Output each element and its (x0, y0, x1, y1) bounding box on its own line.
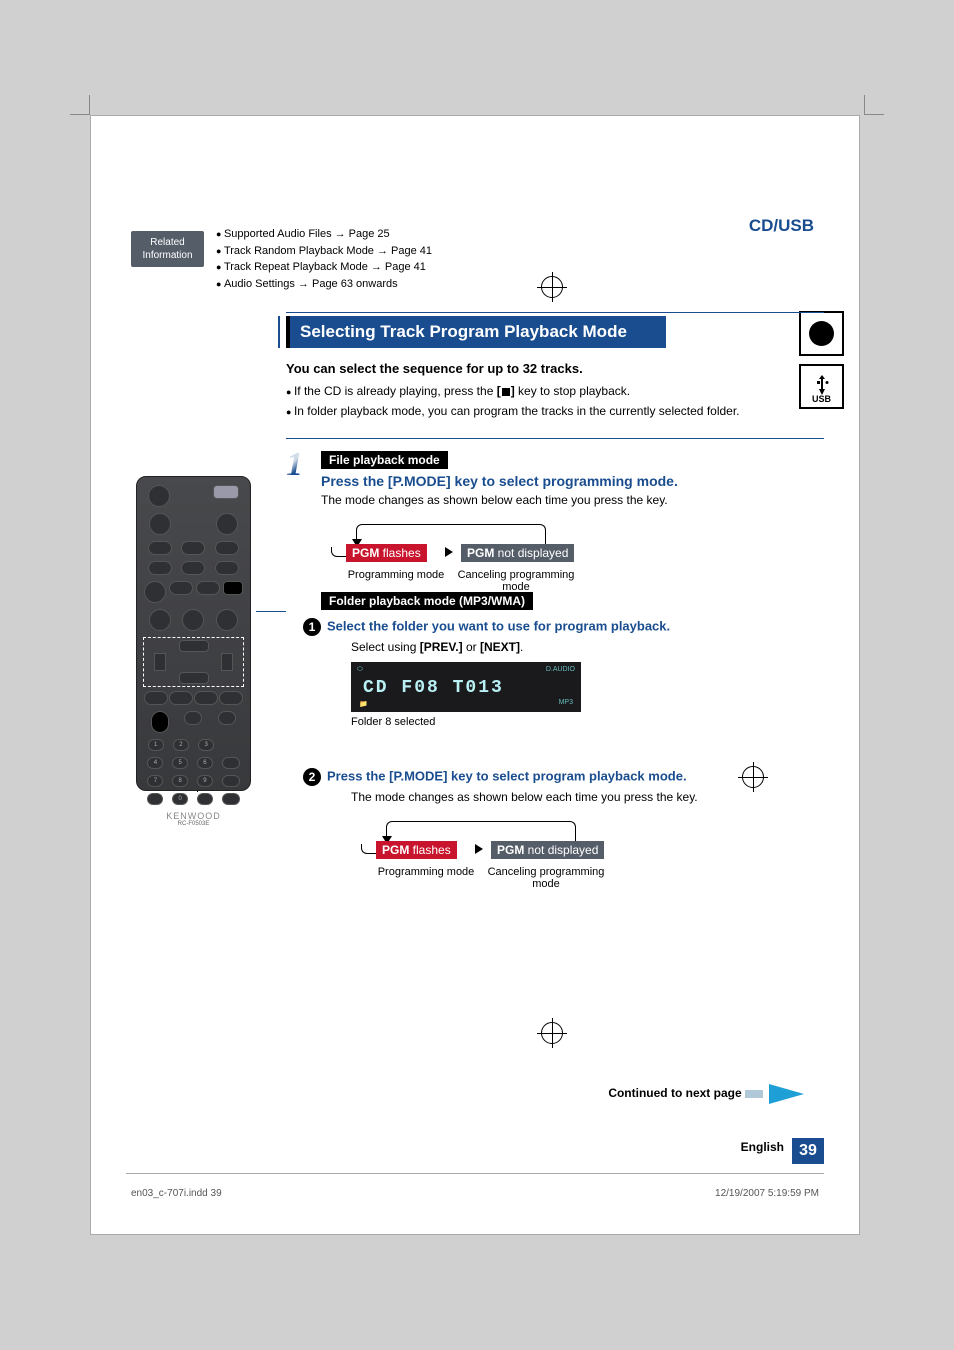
intro-bullet: If the CD is already playing, press the … (286, 384, 746, 398)
cd-disc-icon (799, 311, 844, 356)
registration-mark-icon (541, 1022, 563, 1044)
usb-icon: USB (799, 364, 844, 409)
related-item: Audio Settings → Page 63 onwards (216, 276, 432, 293)
crop-mark (864, 95, 884, 115)
related-item: Supported Audio Files → Page 25 (216, 226, 432, 243)
pgm-flashes-box: PGM flashes (346, 544, 427, 562)
substep-1-body: Select using [PREV.] or [NEXT]. (351, 640, 766, 654)
step-heading: Press the [P.MODE] key to select program… (321, 473, 736, 489)
caption-canceling: Canceling programming mode (456, 569, 576, 593)
continued-next-page: Continued to next page (608, 1084, 804, 1104)
related-item: Track Random Playback Mode → Page 41 (216, 243, 432, 260)
arrow-tail (745, 1090, 763, 1098)
lcd-display: ⬭ D.AUDIO CD F08 T013 📁 MP3 (351, 662, 581, 712)
print-footer-filename: en03_c-707i.indd 39 (131, 1188, 222, 1199)
pgm-toggle-diagram-2: PGM flashes PGM not displayed Programmin… (351, 816, 651, 911)
folder-playback-section: Folder playback mode (MP3/WMA) 1Select t… (286, 592, 766, 911)
pgm-notdisplayed-box: PGM not displayed (461, 544, 574, 562)
media-type-icons: USB (799, 311, 854, 417)
section-header: CD/USB (749, 216, 814, 236)
pgm-flashes-box: PGM flashes (376, 841, 457, 859)
caption-canceling: Canceling programming mode (486, 866, 606, 890)
intro-bullet: In folder playback mode, you can program… (286, 404, 746, 418)
lcd-text: CD F08 T013 (363, 678, 504, 698)
related-info-badge: Related Information (131, 231, 204, 267)
horizontal-rule (286, 438, 824, 439)
crop-mark (70, 95, 90, 115)
related-label-2: Information (142, 250, 192, 261)
remote-model: RC-F0503E (143, 821, 244, 827)
registration-mark-icon (541, 276, 563, 298)
caption-programming: Programming mode (341, 569, 451, 581)
related-label-1: Related (150, 237, 184, 248)
mode-label-file: File playback mode (321, 451, 448, 469)
usb-label: USB (801, 394, 842, 404)
remote-brand: KENWOOD (143, 811, 244, 821)
substep-1-heading: 1Select the folder you want to use for p… (331, 618, 766, 636)
substep-number-1: 1 (303, 618, 321, 636)
callout-line (256, 611, 286, 612)
caption-programming: Programming mode (371, 866, 481, 878)
step-body: The mode changes as shown below each tim… (321, 493, 736, 507)
page: CD/USB Related Information Supported Aud… (90, 115, 860, 1235)
mode-label-folder: Folder playback mode (MP3/WMA) (321, 592, 533, 610)
remote-control-illustration: 123 456 789 0 KENWOOD RC-F0503E (136, 476, 251, 791)
step-1: 1 File playback mode Press the [P.MODE] … (286, 451, 736, 614)
intro-heading: You can select the sequence for up to 32… (286, 361, 746, 376)
intro-block: You can select the sequence for up to 32… (286, 361, 746, 424)
horizontal-rule (286, 312, 824, 313)
substep-2-body: The mode changes as shown below each tim… (351, 790, 766, 804)
footer-language: English (741, 1140, 784, 1154)
substep-number-2: 2 (303, 768, 321, 786)
pgm-notdisplayed-box: PGM not displayed (491, 841, 604, 859)
print-footer-timestamp: 12/19/2007 5:19:59 PM (715, 1188, 819, 1199)
stop-icon (502, 388, 510, 396)
topic-title: Selecting Track Program Playback Mode (286, 316, 666, 348)
footer-page-number: 39 (792, 1138, 824, 1164)
lcd-caption: Folder 8 selected (351, 716, 766, 728)
substep-2-heading: 2Press the [P.MODE] key to select progra… (331, 768, 766, 786)
related-item: Track Repeat Playback Mode → Page 41 (216, 259, 432, 276)
related-info-list: Supported Audio Files → Page 25 Track Ra… (216, 226, 432, 292)
arrow-right-icon (769, 1084, 804, 1104)
step-number: 1 (286, 446, 303, 484)
footer-rule (126, 1173, 824, 1174)
